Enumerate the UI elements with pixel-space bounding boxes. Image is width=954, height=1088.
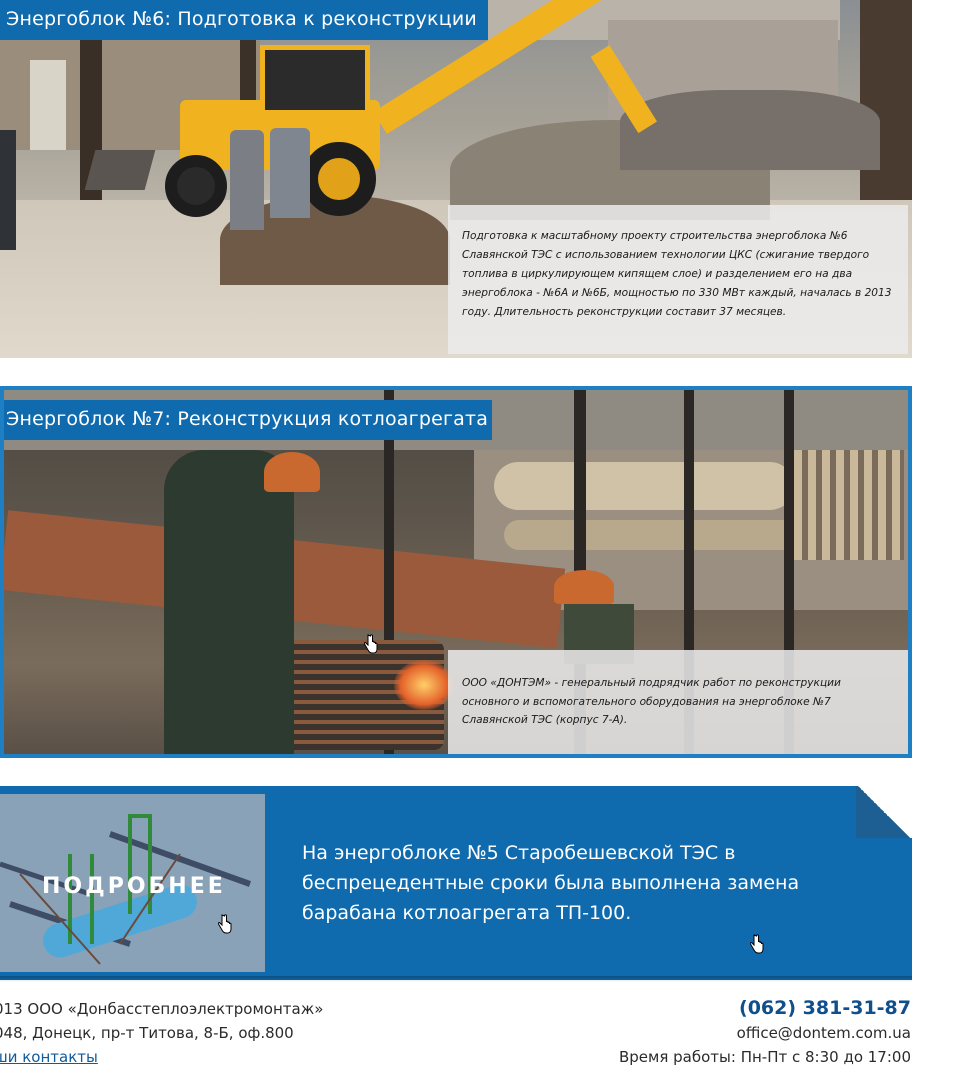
project-panel-unit6[interactable]: Энергоблок №6: Подготовка к реконструкци…: [0, 0, 912, 358]
promo-banner[interactable]: ПОДРОБНЕЕ На энергоблоке №5 Старобешевск…: [0, 786, 912, 980]
promo-text[interactable]: На энергоблоке №5 Старобешевской ТЭС в б…: [302, 838, 842, 928]
panel-caption: ООО «ДОНТЭМ» - генеральный подрядчик раб…: [448, 650, 908, 754]
page-corner-fold: [856, 786, 912, 838]
banner-shadow: [0, 976, 912, 982]
hand-cursor-icon: [218, 914, 232, 934]
working-hours: Время работы: Пн-Пт с 8:30 до 17:00: [619, 1048, 911, 1066]
address-text: 048, Донецк, пр-т Титова, 8-Б, оф.800: [0, 1024, 294, 1042]
drum-diagram-thumbnail[interactable]: ПОДРОБНЕЕ: [0, 794, 265, 972]
more-button[interactable]: ПОДРОБНЕЕ: [42, 874, 226, 899]
phone-number[interactable]: (062) 381-31-87: [739, 997, 911, 1019]
panel-title[interactable]: Энергоблок №6: Подготовка к реконструкци…: [0, 0, 488, 40]
panel-title[interactable]: Энергоблок №7: Реконструкция котлоагрега…: [4, 400, 492, 440]
panel-caption: Подготовка к масштабному проекту строите…: [448, 205, 908, 354]
contacts-link[interactable]: ши контакты: [0, 1048, 98, 1066]
hand-cursor-icon: [750, 934, 764, 954]
hand-cursor-icon: [364, 634, 378, 654]
copyright-text: 013 ООО «Донбасстеплоэлектромонтаж»: [0, 1000, 324, 1018]
project-panel-unit7[interactable]: Энергоблок №7: Реконструкция котлоагрега…: [0, 386, 912, 758]
site-footer: 013 ООО «Донбасстеплоэлектромонтаж» 048,…: [0, 994, 954, 1088]
email-address[interactable]: office@dontem.com.ua: [737, 1024, 911, 1042]
